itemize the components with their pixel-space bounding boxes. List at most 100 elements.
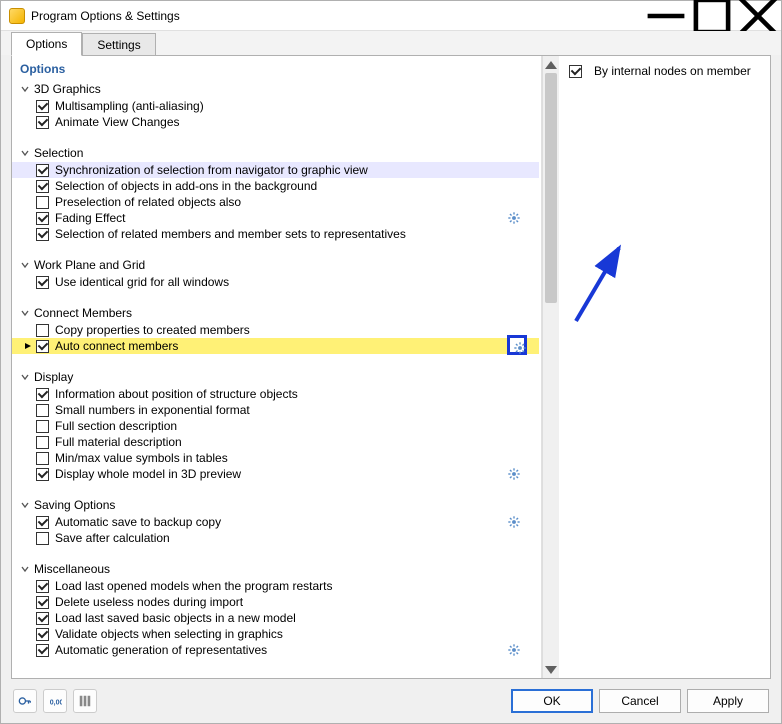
checkbox[interactable] xyxy=(36,404,49,417)
maximize-button[interactable] xyxy=(689,1,735,31)
checkbox[interactable] xyxy=(36,468,49,481)
option-label: Small numbers in exponential format xyxy=(55,403,250,417)
checkbox[interactable] xyxy=(36,324,49,337)
gear-icon[interactable] xyxy=(507,515,521,529)
option-item[interactable]: Small numbers in exponential format xyxy=(12,402,539,418)
option-item[interactable]: Selection of related members and member … xyxy=(12,226,539,242)
apply-button[interactable]: Apply xyxy=(687,689,769,713)
option-label: Selection of objects in add-ons in the b… xyxy=(55,179,317,193)
chevron-down-icon[interactable] xyxy=(20,148,30,158)
columns-button[interactable] xyxy=(73,689,97,713)
option-label: Min/max value symbols in tables xyxy=(55,451,228,465)
checkbox[interactable] xyxy=(36,212,49,225)
options-window: Program Options & Settings Options Setti… xyxy=(0,0,782,724)
checkbox[interactable] xyxy=(36,180,49,193)
scroll-down-icon[interactable] xyxy=(543,661,559,678)
section-header[interactable]: Miscellaneous xyxy=(12,560,539,578)
section-header[interactable]: Saving Options xyxy=(12,496,539,514)
option-item[interactable]: Use identical grid for all windows xyxy=(12,274,539,290)
checkbox[interactable] xyxy=(36,628,49,641)
minimize-button[interactable] xyxy=(643,1,689,31)
checkbox[interactable] xyxy=(36,340,49,353)
gear-icon[interactable] xyxy=(507,211,521,225)
option-label: Automatic generation of representatives xyxy=(55,643,267,657)
svg-text:0,00: 0,00 xyxy=(50,700,62,707)
scroll-up-icon[interactable] xyxy=(543,56,559,73)
chevron-down-icon[interactable] xyxy=(20,260,30,270)
option-item[interactable]: Full material description xyxy=(12,434,539,450)
gear-icon[interactable] xyxy=(507,467,521,481)
right-panel: By internal nodes on member xyxy=(559,56,770,678)
checkbox[interactable] xyxy=(36,452,49,465)
chevron-down-icon[interactable] xyxy=(20,308,30,318)
checkbox[interactable] xyxy=(36,580,49,593)
units-button[interactable]: 0,00 xyxy=(43,689,67,713)
option-label: Copy properties to created members xyxy=(55,323,250,337)
checkbox[interactable] xyxy=(36,436,49,449)
section-header[interactable]: Selection xyxy=(12,144,539,162)
option-item[interactable]: Delete useless nodes during import xyxy=(12,594,539,610)
option-item[interactable]: Automatic generation of representatives xyxy=(12,642,539,658)
section-header[interactable]: 3D Graphics xyxy=(12,80,539,98)
option-label: Validate objects when selecting in graph… xyxy=(55,627,283,641)
option-item[interactable]: Min/max value symbols in tables xyxy=(12,450,539,466)
option-item[interactable]: Auto connect members xyxy=(12,338,539,354)
checkbox[interactable] xyxy=(36,612,49,625)
section-header[interactable]: Display xyxy=(12,368,539,386)
scroll-thumb[interactable] xyxy=(545,73,557,303)
checkbox[interactable] xyxy=(36,516,49,529)
checkbox[interactable] xyxy=(36,276,49,289)
chevron-down-icon[interactable] xyxy=(20,84,30,94)
option-item[interactable]: Load last opened models when the program… xyxy=(12,578,539,594)
checkbox[interactable] xyxy=(36,164,49,177)
checkbox[interactable] xyxy=(36,100,49,113)
checkbox[interactable] xyxy=(36,532,49,545)
key-button[interactable] xyxy=(13,689,37,713)
option-item[interactable]: Selection of objects in add-ons in the b… xyxy=(12,178,539,194)
option-item[interactable]: Multisampling (anti-aliasing) xyxy=(12,98,539,114)
by-internal-nodes-label: By internal nodes on member xyxy=(594,64,751,78)
option-label: Save after calculation xyxy=(55,531,170,545)
checkbox[interactable] xyxy=(36,388,49,401)
tab-settings[interactable]: Settings xyxy=(82,33,155,56)
cancel-button[interactable]: Cancel xyxy=(599,689,681,713)
chevron-down-icon[interactable] xyxy=(20,372,30,382)
checkbox[interactable] xyxy=(36,228,49,241)
option-item[interactable]: Copy properties to created members xyxy=(12,322,539,338)
scrollbar[interactable] xyxy=(542,56,559,678)
option-item[interactable]: Save after calculation xyxy=(12,530,539,546)
checkbox[interactable] xyxy=(36,596,49,609)
chevron-down-icon[interactable] xyxy=(20,500,30,510)
chevron-down-icon[interactable] xyxy=(20,564,30,574)
close-button[interactable] xyxy=(735,1,781,31)
checkbox[interactable] xyxy=(36,196,49,209)
option-item[interactable]: Load last saved basic objects in a new m… xyxy=(12,610,539,626)
option-item[interactable]: Automatic save to backup copy xyxy=(12,514,539,530)
option-item[interactable]: Full section description xyxy=(12,418,539,434)
option-item[interactable]: Fading Effect xyxy=(12,210,539,226)
option-item[interactable]: Display whole model in 3D preview xyxy=(12,466,539,482)
option-label: Load last opened models when the program… xyxy=(55,579,333,593)
gear-icon[interactable] xyxy=(507,643,521,657)
option-item[interactable]: Information about position of structure … xyxy=(12,386,539,402)
section-header[interactable]: Connect Members xyxy=(12,304,539,322)
checkbox[interactable] xyxy=(36,116,49,129)
checkbox[interactable] xyxy=(36,420,49,433)
tab-options[interactable]: Options xyxy=(11,32,82,56)
checkbox[interactable] xyxy=(36,644,49,657)
option-label: Selection of related members and member … xyxy=(55,227,406,241)
option-item[interactable]: Validate objects when selecting in graph… xyxy=(12,626,539,642)
option-label: Fading Effect xyxy=(55,211,126,225)
ok-button[interactable]: OK xyxy=(511,689,593,713)
option-item[interactable]: Preselection of related objects also xyxy=(12,194,539,210)
option-item[interactable]: Synchronization of selection from naviga… xyxy=(12,162,539,178)
current-marker-icon xyxy=(24,342,32,350)
option-label: Full material description xyxy=(55,435,182,449)
section-header[interactable]: Work Plane and Grid xyxy=(12,256,539,274)
scroll-track[interactable] xyxy=(543,73,559,661)
option-label: Full section description xyxy=(55,419,177,433)
option-item[interactable]: Animate View Changes xyxy=(12,114,539,130)
by-internal-nodes-checkbox[interactable] xyxy=(569,65,582,78)
options-tree[interactable]: 3D GraphicsMultisampling (anti-aliasing)… xyxy=(12,80,541,678)
gear-icon[interactable] xyxy=(507,335,527,355)
